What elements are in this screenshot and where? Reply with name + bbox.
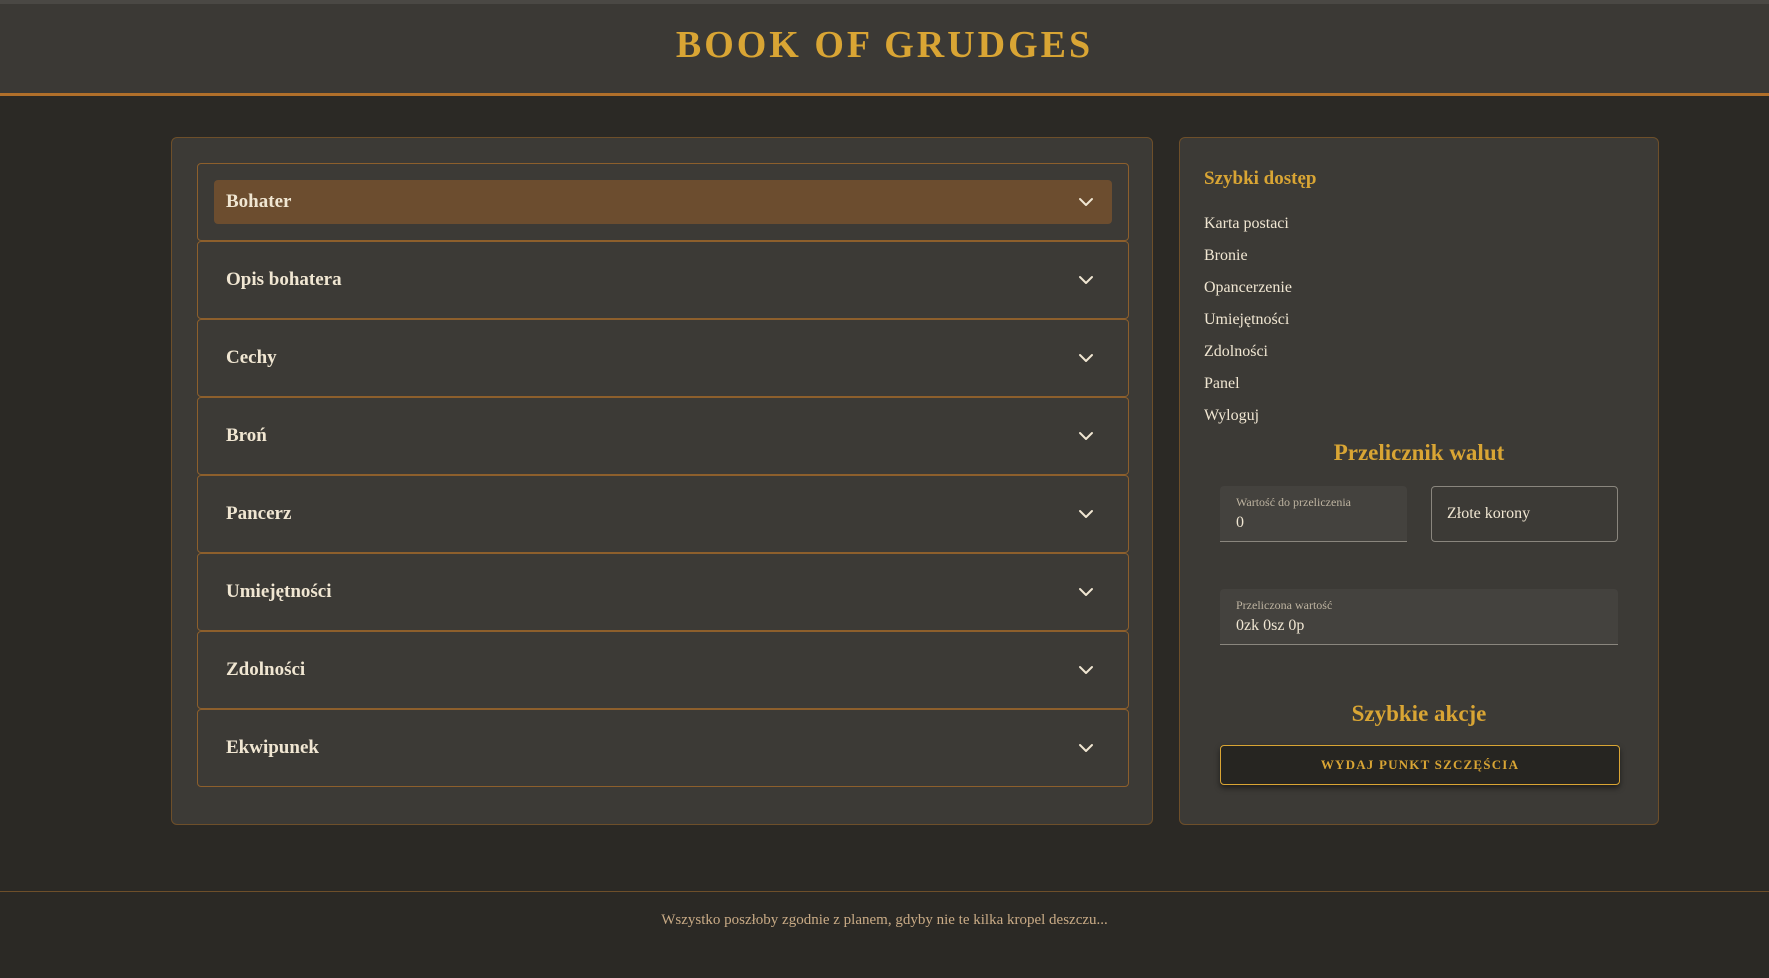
accordion-label: Cechy bbox=[226, 347, 277, 368]
character-sheet-panel: Bohater Opis bohatera Cechy Broń Pancerz Umie… bbox=[171, 137, 1153, 825]
currency-converter-title: Przelicznik walut bbox=[1333, 440, 1505, 465]
quick-link[interactable]: Zdolności bbox=[1204, 336, 1292, 368]
accordion-item: Cechy bbox=[197, 319, 1129, 397]
quick-link[interactable]: Opancerzenie bbox=[1204, 272, 1292, 304]
chevron-down-icon[interactable] bbox=[1076, 582, 1096, 602]
quick-link[interactable]: Umiejętności bbox=[1204, 304, 1292, 336]
accordion-header[interactable]: Opis bohatera bbox=[214, 258, 1112, 302]
accordion-label: Broń bbox=[226, 425, 267, 446]
chevron-down-icon[interactable] bbox=[1076, 660, 1096, 680]
chevron-down-icon[interactable] bbox=[1076, 270, 1096, 290]
accordion-item: Pancerz bbox=[197, 475, 1129, 553]
quick-actions-title: Szybkie akcje bbox=[1351, 701, 1487, 726]
accordion-header[interactable]: Pancerz bbox=[214, 492, 1112, 536]
accordion-header[interactable]: Bohater bbox=[214, 180, 1112, 224]
app-title: BOOK OF GRUDGES bbox=[675, 23, 1094, 66]
accordion-item: Zdolności bbox=[197, 631, 1129, 709]
accordion-header[interactable]: Broń bbox=[214, 414, 1112, 458]
quick-access-title: Szybki dostęp bbox=[1204, 168, 1317, 189]
chevron-down-icon[interactable] bbox=[1076, 426, 1096, 446]
accordion-item: Umiejętności bbox=[197, 553, 1129, 631]
accordion-item: Opis bohatera bbox=[197, 241, 1129, 319]
chevron-down-icon[interactable] bbox=[1076, 348, 1096, 368]
chevron-down-icon[interactable] bbox=[1076, 504, 1096, 524]
sidebar-panel: Szybki dostęp Karta postaci Bronie Opancer… bbox=[1179, 137, 1659, 825]
quick-access-links: Karta postaci Bronie Opancerzenie Umiejętno… bbox=[1204, 208, 1292, 432]
chevron-down-icon[interactable] bbox=[1076, 192, 1096, 212]
accordion-item: Broń bbox=[197, 397, 1129, 475]
accordion-header[interactable]: Cechy bbox=[214, 336, 1112, 380]
currency-select-value: Złote korony bbox=[1447, 505, 1531, 522]
accordion-item: Bohater bbox=[197, 163, 1129, 241]
accordion-label: Umiejętności bbox=[226, 581, 332, 602]
footer-quote: Wszystko poszłoby zgodnie z planem, gdyb… bbox=[661, 912, 1108, 928]
result-field-label: Przeliczona wartość bbox=[1236, 598, 1333, 612]
character-accordion: Bohater Opis bohatera Cechy Broń Pancerz Umie… bbox=[197, 163, 1129, 787]
result-field: Przeliczona wartość 0zk 0sz 0p bbox=[1220, 589, 1618, 645]
accordion-label: Opis bohatera bbox=[226, 269, 342, 290]
app-footer: Wszystko poszłoby zgodnie z planem, gdyb… bbox=[0, 891, 1769, 978]
quick-link[interactable]: Panel bbox=[1204, 368, 1292, 400]
amount-input[interactable] bbox=[1236, 514, 1386, 532]
amount-field[interactable]: Wartość do przeliczenia bbox=[1220, 486, 1407, 542]
currency-select[interactable]: Złote korony bbox=[1431, 486, 1618, 542]
accordion-header[interactable]: Umiejętności bbox=[214, 570, 1112, 614]
accordion-label: Ekwipunek bbox=[226, 737, 319, 758]
accordion-label: Bohater bbox=[226, 191, 292, 212]
result-value: 0zk 0sz 0p bbox=[1236, 617, 1305, 634]
accordion-header[interactable]: Zdolności bbox=[214, 648, 1112, 692]
spend-luck-point-button[interactable]: WYDAJ PUNKT SZCZĘŚCIA bbox=[1220, 745, 1620, 785]
quick-link[interactable]: Wyloguj bbox=[1204, 400, 1292, 432]
amount-field-label: Wartość do przeliczenia bbox=[1236, 495, 1351, 509]
quick-link[interactable]: Bronie bbox=[1204, 240, 1292, 272]
accordion-item: Ekwipunek bbox=[197, 709, 1129, 787]
chevron-down-icon[interactable] bbox=[1076, 738, 1096, 758]
accordion-header[interactable]: Ekwipunek bbox=[214, 726, 1112, 770]
app-header: BOOK OF GRUDGES bbox=[0, 4, 1769, 96]
accordion-label: Zdolności bbox=[226, 659, 306, 680]
accordion-label: Pancerz bbox=[226, 503, 292, 524]
quick-link[interactable]: Karta postaci bbox=[1204, 208, 1292, 240]
